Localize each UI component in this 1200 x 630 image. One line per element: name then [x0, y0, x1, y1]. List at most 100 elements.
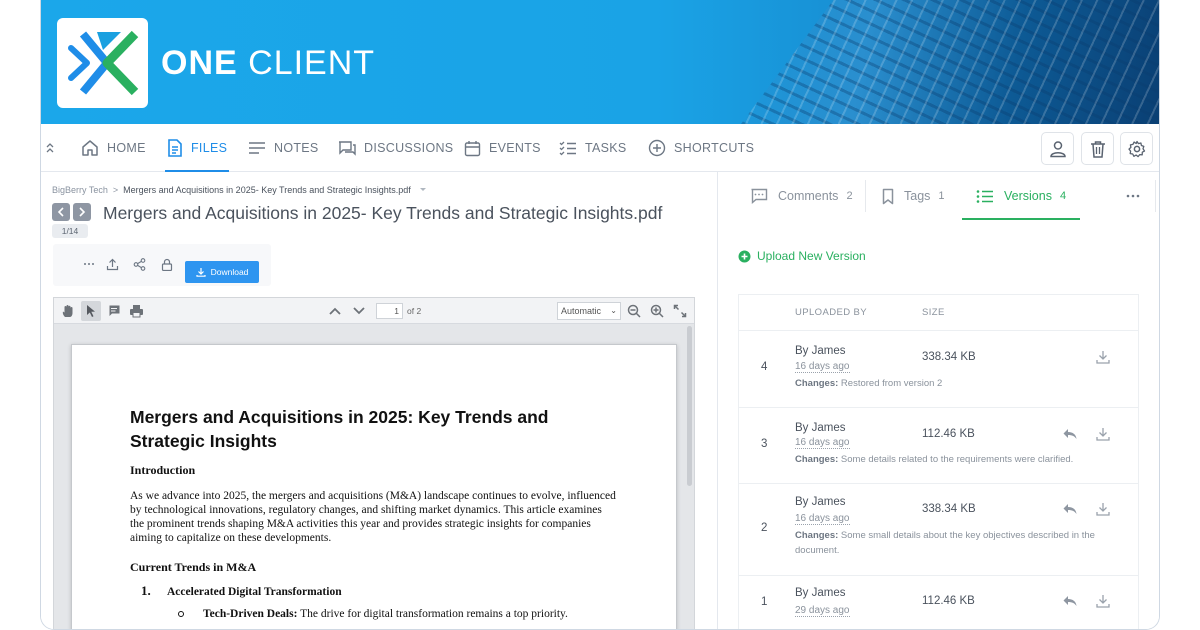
chevron-up-icon — [46, 143, 54, 153]
nav-home[interactable]: HOME — [81, 124, 146, 172]
restore-icon[interactable] — [1062, 502, 1078, 516]
collapse-toggle[interactable] — [45, 124, 63, 172]
calendar-icon — [464, 140, 481, 156]
print-icon[interactable] — [129, 304, 144, 318]
download-icon[interactable] — [1096, 502, 1110, 516]
share-icon[interactable] — [133, 258, 146, 271]
version-size: 112.46 KB — [922, 428, 975, 440]
hand-tool-icon[interactable] — [61, 304, 75, 318]
tab-versions[interactable]: Versions 4 — [961, 172, 1081, 220]
gear-icon — [1127, 140, 1145, 157]
fullscreen-icon[interactable] — [673, 304, 687, 318]
tab-comments-label: Comments — [778, 189, 839, 203]
tab-tags[interactable]: Tags 1 — [882, 172, 945, 220]
list-icon — [976, 189, 993, 203]
prev-file-button[interactable] — [52, 203, 70, 221]
restore-icon[interactable] — [1062, 594, 1078, 608]
upload-icon[interactable] — [106, 258, 119, 271]
home-icon — [82, 140, 98, 156]
next-page-icon[interactable] — [352, 304, 366, 318]
nav-discussions-label: DISCUSSIONS — [364, 141, 454, 155]
download-icon[interactable] — [1096, 594, 1110, 608]
tab-versions-label: Versions — [1004, 189, 1052, 203]
zoom-select[interactable]: Automatic ⌄ — [557, 302, 621, 320]
introduction-paragraph: As we advance into 2025, the mergers and… — [130, 490, 616, 544]
details-tabs: Comments 2 Tags 1 Versions 4 — [718, 172, 1159, 220]
file-position-badge: 1/14 — [52, 224, 88, 238]
version-uploader: By James — [795, 587, 846, 599]
version-changes-prefix: Changes: — [795, 378, 839, 389]
building-image — [741, 0, 1159, 124]
download-icon[interactable] — [1096, 350, 1110, 364]
nav-discussions[interactable]: DISCUSSIONS — [338, 124, 453, 172]
list-item-title: Accelerated Digital Transformation — [167, 586, 342, 598]
restore-icon[interactable] — [1062, 427, 1078, 441]
user-icon — [1049, 140, 1066, 157]
file-icon — [168, 139, 182, 157]
upload-new-version-button[interactable]: Upload New Version — [738, 249, 866, 263]
app-window: ONE CLIENT HOME FILES NOTES DISCUSSIONS … — [40, 0, 1160, 630]
download-button[interactable]: Download — [185, 261, 259, 283]
file-viewer-pane: BigBerry Tech > Mergers and Acquisitions i… — [41, 172, 717, 629]
nav-shortcuts[interactable]: SHORTCUTS — [648, 124, 754, 172]
file-title: Mergers and Acquisitions in 2025- Key Tr… — [103, 203, 663, 223]
nav-files[interactable]: FILES — [164, 124, 230, 172]
version-row: 3 By James 16 days ago 112.46 KB Changes… — [739, 408, 1138, 484]
version-row: 1 By James 29 days ago 112.46 KB — [739, 576, 1138, 629]
version-changes: Changes: Restored from version 2 — [795, 376, 1125, 391]
version-uploader: By James — [795, 345, 846, 357]
more-icon[interactable] — [83, 258, 95, 270]
tab-comments[interactable]: Comments 2 — [750, 172, 853, 220]
version-changes-text: Restored from version 2 — [838, 378, 943, 389]
tab-versions-count: 4 — [1059, 190, 1067, 202]
nav-events[interactable]: EVENTS — [464, 124, 541, 172]
version-changes-prefix: Changes: — [795, 530, 839, 541]
nav-tasks[interactable]: TASKS — [559, 124, 627, 172]
comment-tool-icon[interactable] — [107, 304, 121, 318]
breadcrumb-current: Mergers and Acquisitions in 2025- Key Tr… — [123, 185, 411, 195]
header-banner: ONE CLIENT — [41, 0, 1159, 124]
bullet-item: Tech-Driven Deals: The drive for digital… — [203, 608, 568, 620]
delete-button[interactable] — [1081, 132, 1114, 165]
versions-table-header: UPLOADED BY SIZE — [739, 295, 1138, 331]
bullet-item-bold: Tech-Driven Deals: — [203, 608, 298, 620]
nav-notes-label: NOTES — [274, 141, 319, 155]
app-name-rest: CLIENT — [237, 44, 376, 82]
zoom-in-icon[interactable] — [650, 304, 664, 318]
zoom-out-icon[interactable] — [627, 304, 641, 318]
chevron-left-icon — [57, 207, 64, 217]
column-size: SIZE — [922, 307, 945, 318]
zoom-select-value: Automatic — [561, 306, 602, 316]
version-number: 3 — [761, 438, 768, 450]
lock-icon[interactable] — [161, 258, 173, 271]
pdf-page: Mergers and Acquisitions in 2025: Key Tr… — [71, 344, 677, 629]
plus-circle-icon — [738, 250, 751, 262]
bullet-marker — [178, 611, 184, 617]
tab-divider — [1155, 180, 1156, 212]
version-date: 29 days ago — [795, 605, 850, 617]
caret-down-icon[interactable] — [419, 187, 427, 193]
more-tabs-button[interactable] — [1126, 172, 1150, 220]
select-tool-button[interactable] — [81, 301, 101, 321]
chevron-down-icon: ⌄ — [610, 306, 617, 315]
chevron-right-icon — [79, 207, 86, 217]
previous-page-icon[interactable] — [328, 304, 342, 318]
version-number: 4 — [761, 361, 768, 373]
version-size: 112.46 KB — [922, 595, 975, 607]
app-name-bold: ONE — [161, 44, 238, 82]
settings-button[interactable] — [1120, 132, 1153, 165]
user-button[interactable] — [1041, 132, 1074, 165]
list-number: 1. — [141, 583, 151, 598]
trends-heading: Current Trends in M&A — [130, 560, 257, 574]
download-icon[interactable] — [1096, 427, 1110, 441]
next-file-button[interactable] — [73, 203, 91, 221]
file-toolbar: Download — [53, 244, 271, 286]
version-changes-text: Some small details about the key objecti… — [795, 530, 1095, 556]
version-size: 338.34 KB — [922, 503, 976, 515]
page-number-input[interactable]: 1 — [376, 303, 403, 319]
pdf-scrollbar[interactable] — [687, 326, 692, 486]
nav-files-label: FILES — [191, 141, 228, 155]
breadcrumb-root[interactable]: BigBerry Tech — [52, 185, 108, 195]
nav-notes[interactable]: NOTES — [248, 124, 319, 172]
download-icon — [195, 268, 206, 277]
